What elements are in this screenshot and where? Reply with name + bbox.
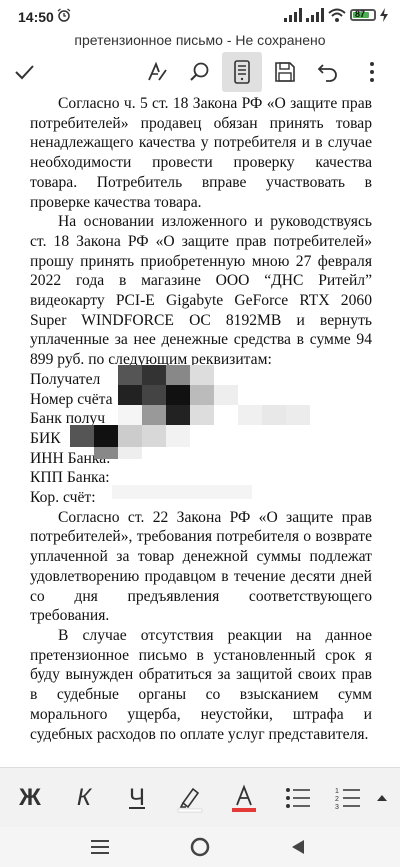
system-nav-bar bbox=[0, 827, 400, 867]
paragraph-consumer-rights: Согласно ч. 5 ст. 18 Закона РФ «О защите… bbox=[30, 95, 372, 211]
more-icon bbox=[370, 62, 374, 82]
field-bank-kpp: КПП Банка: bbox=[30, 469, 110, 487]
field-account-number: Номер счёта bbox=[30, 390, 113, 408]
numbered-list-icon: 1 2 3 bbox=[335, 788, 360, 811]
more-options-button[interactable] bbox=[352, 52, 392, 92]
field-bik: БИК bbox=[30, 429, 61, 447]
svg-text:3: 3 bbox=[335, 804, 339, 811]
alarm-icon bbox=[57, 8, 71, 22]
home-button[interactable] bbox=[188, 835, 212, 859]
italic-label: К bbox=[76, 784, 92, 811]
back-icon bbox=[292, 840, 304, 854]
reading-mode-icon bbox=[234, 60, 250, 84]
field-recipient-bank: Банк получ bbox=[30, 410, 106, 428]
highlight-button[interactable] bbox=[170, 778, 210, 818]
status-bar: 14:50 87 bbox=[0, 0, 400, 30]
paragraph-deadline: Согласно ст. 22 Закона РФ «О защите прав… bbox=[30, 508, 372, 625]
reading-mode-button[interactable] bbox=[222, 52, 262, 92]
bullet-list-button[interactable] bbox=[278, 778, 318, 818]
battery-icon: 87 bbox=[350, 9, 376, 21]
font-color-button[interactable] bbox=[224, 778, 264, 818]
expand-toolbar-button[interactable] bbox=[362, 778, 400, 818]
chevron-up-icon bbox=[377, 795, 387, 801]
field-bank-inn: ИНН Банка: bbox=[30, 449, 111, 467]
bullet-list-icon bbox=[286, 788, 310, 808]
paragraph-request: На основании изложенного и руководствуяс… bbox=[30, 213, 372, 369]
formatting-toolbar: Ж К Ч 1 2 3 bbox=[0, 767, 400, 828]
recent-apps-button[interactable] bbox=[88, 835, 112, 859]
field-correspondent-account: Кор. счёт: bbox=[30, 489, 96, 507]
field-recipient: Получател bbox=[30, 370, 101, 388]
document-title: претензионное письмо - Не сохранено bbox=[74, 32, 326, 48]
bold-button[interactable]: Ж bbox=[10, 778, 50, 818]
top-toolbar bbox=[0, 52, 400, 92]
bold-label: Ж bbox=[19, 784, 41, 811]
check-button[interactable] bbox=[4, 52, 44, 92]
search-icon bbox=[190, 62, 209, 81]
signal-icon bbox=[284, 8, 302, 22]
draw-icon bbox=[148, 61, 167, 81]
menu-icon bbox=[91, 840, 109, 854]
search-button[interactable] bbox=[180, 52, 220, 92]
signal-icon-2 bbox=[306, 8, 324, 22]
save-button[interactable] bbox=[265, 52, 305, 92]
home-icon bbox=[190, 837, 210, 857]
wifi-icon bbox=[328, 8, 346, 22]
paragraph-court-warning: В случае отсутствия реакции на данное пр… bbox=[30, 626, 372, 743]
underline-label: Ч bbox=[129, 784, 145, 811]
svg-text:2: 2 bbox=[335, 796, 339, 803]
svg-text:1: 1 bbox=[335, 788, 339, 795]
font-color-icon bbox=[232, 784, 256, 812]
highlighter-icon bbox=[177, 787, 203, 813]
undo-icon bbox=[317, 64, 337, 82]
status-time: 14:50 bbox=[18, 9, 54, 25]
italic-button[interactable]: К bbox=[64, 778, 104, 818]
back-button[interactable] bbox=[286, 835, 310, 859]
check-icon bbox=[15, 65, 34, 80]
underline-button[interactable]: Ч bbox=[117, 778, 157, 818]
battery-level: 87 bbox=[355, 9, 366, 19]
save-icon bbox=[275, 62, 295, 82]
undo-button[interactable] bbox=[308, 52, 348, 92]
charging-icon bbox=[380, 8, 388, 22]
document-body[interactable]: Согласно ч. 5 ст. 18 Закона РФ «О защите… bbox=[0, 94, 400, 766]
draw-button[interactable] bbox=[137, 52, 177, 92]
